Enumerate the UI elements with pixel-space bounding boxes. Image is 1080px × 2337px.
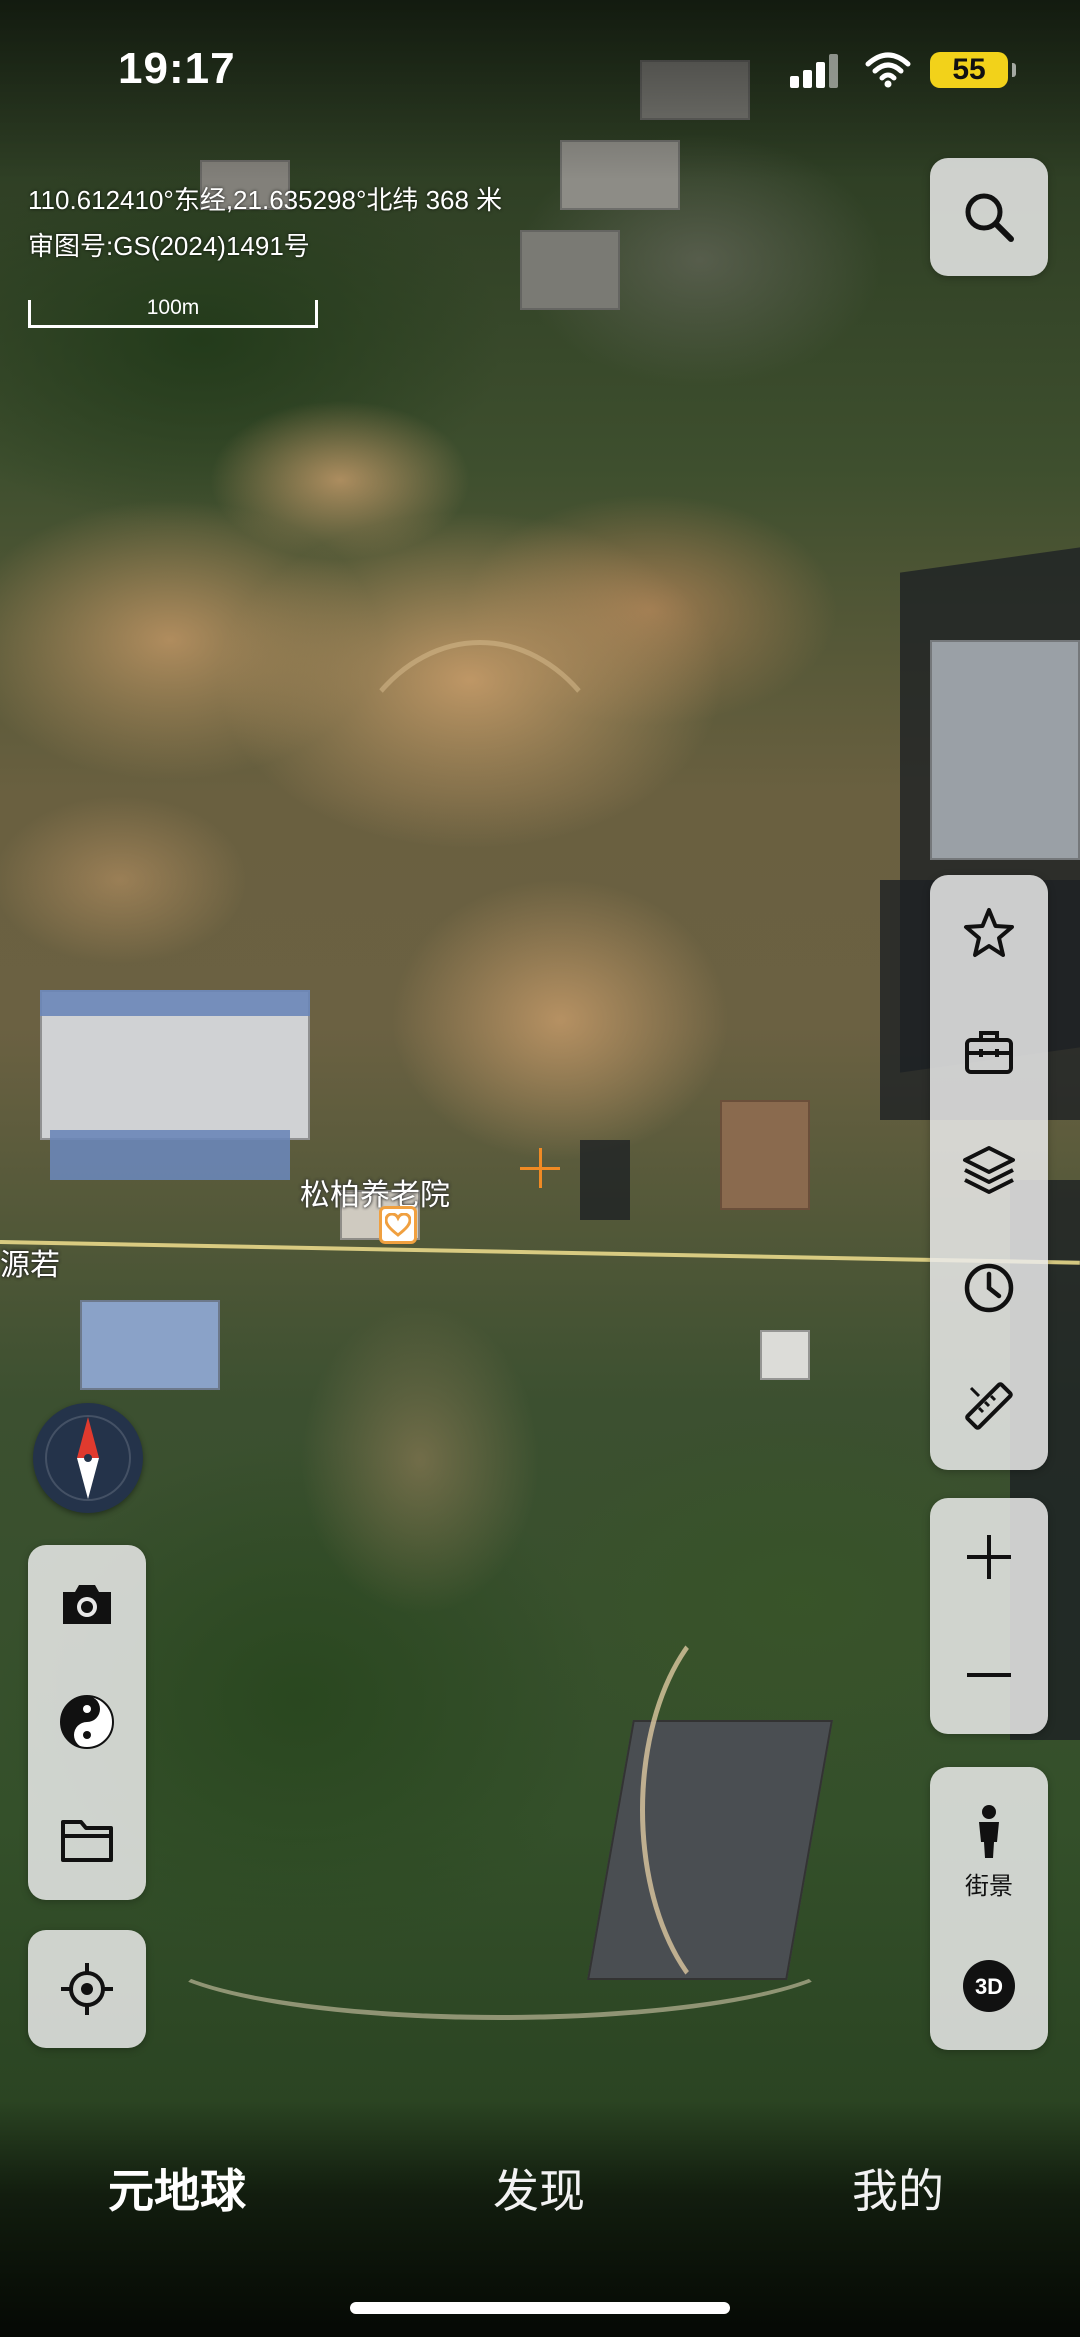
plus-icon (967, 1535, 1011, 1579)
search-icon (965, 193, 1014, 242)
measure-button[interactable] (930, 1347, 1048, 1465)
minus-icon (967, 1673, 1011, 1677)
yin-yang-icon (60, 1695, 114, 1749)
center-crosshair (520, 1148, 560, 1188)
coordinates-readout: 110.612410°东经,21.635298°北纬 368 米 (28, 185, 503, 215)
locate-button[interactable] (28, 1930, 146, 2048)
history-button[interactable] (930, 1229, 1048, 1347)
left-tools-panel (28, 1545, 146, 1900)
3d-icon: 3D (963, 1960, 1015, 2012)
home-indicator[interactable] (350, 2302, 730, 2314)
locate-icon (61, 1963, 113, 2015)
layers-button[interactable] (930, 1111, 1048, 1229)
view-mode-panel: 街景 3D (930, 1767, 1048, 2050)
search-panel (930, 158, 1048, 276)
3d-label: 3D (975, 1974, 1003, 1999)
zoom-in-button[interactable] (930, 1498, 1048, 1616)
scale-label: 100m (146, 296, 200, 319)
map-approval-number: 审图号:GS(2024)1491号 (28, 231, 310, 261)
poi-label[interactable]: 松柏养老院 (300, 1170, 450, 1214)
tools-panel (930, 875, 1048, 1470)
street-view-label: 街景 (965, 1872, 1013, 1900)
3d-mode-button[interactable]: 3D (930, 1927, 1048, 2045)
star-icon (964, 908, 1014, 957)
folder-button[interactable] (28, 1781, 146, 1899)
signal-icon (790, 54, 838, 88)
scale-bar: 100m (28, 294, 318, 328)
status-time: 19:17 (118, 44, 236, 93)
locate-panel (28, 1930, 146, 2048)
camera-icon (63, 1585, 111, 1624)
tab-discover[interactable]: 发现 (493, 2155, 585, 2221)
clock-icon (964, 1263, 1014, 1313)
ruler-icon (965, 1382, 1013, 1430)
favorites-button[interactable] (930, 875, 1048, 993)
battery-indicator: 55 (930, 52, 1016, 88)
person-icon (979, 1804, 999, 1858)
wifi-icon (865, 52, 911, 88)
layers-icon (963, 1146, 1015, 1194)
yin-yang-button[interactable] (28, 1663, 146, 1781)
search-button[interactable] (930, 158, 1048, 276)
heart-icon[interactable] (379, 1206, 417, 1244)
tab-mine[interactable]: 我的 (852, 2155, 944, 2221)
street-view-button[interactable]: 街景 (930, 1781, 1048, 1921)
toolbox-icon (965, 1031, 1013, 1074)
camera-button[interactable] (28, 1545, 146, 1663)
road-label: 源若 (0, 1249, 60, 1282)
zoom-out-button[interactable] (930, 1616, 1048, 1734)
tab-earth[interactable]: 元地球 (108, 2155, 246, 2221)
toolbox-button[interactable] (930, 993, 1048, 1111)
compass-needle-icon (45, 1415, 131, 1501)
folder-icon (61, 1820, 113, 1862)
compass[interactable] (33, 1403, 143, 1513)
zoom-panel (930, 1498, 1048, 1734)
